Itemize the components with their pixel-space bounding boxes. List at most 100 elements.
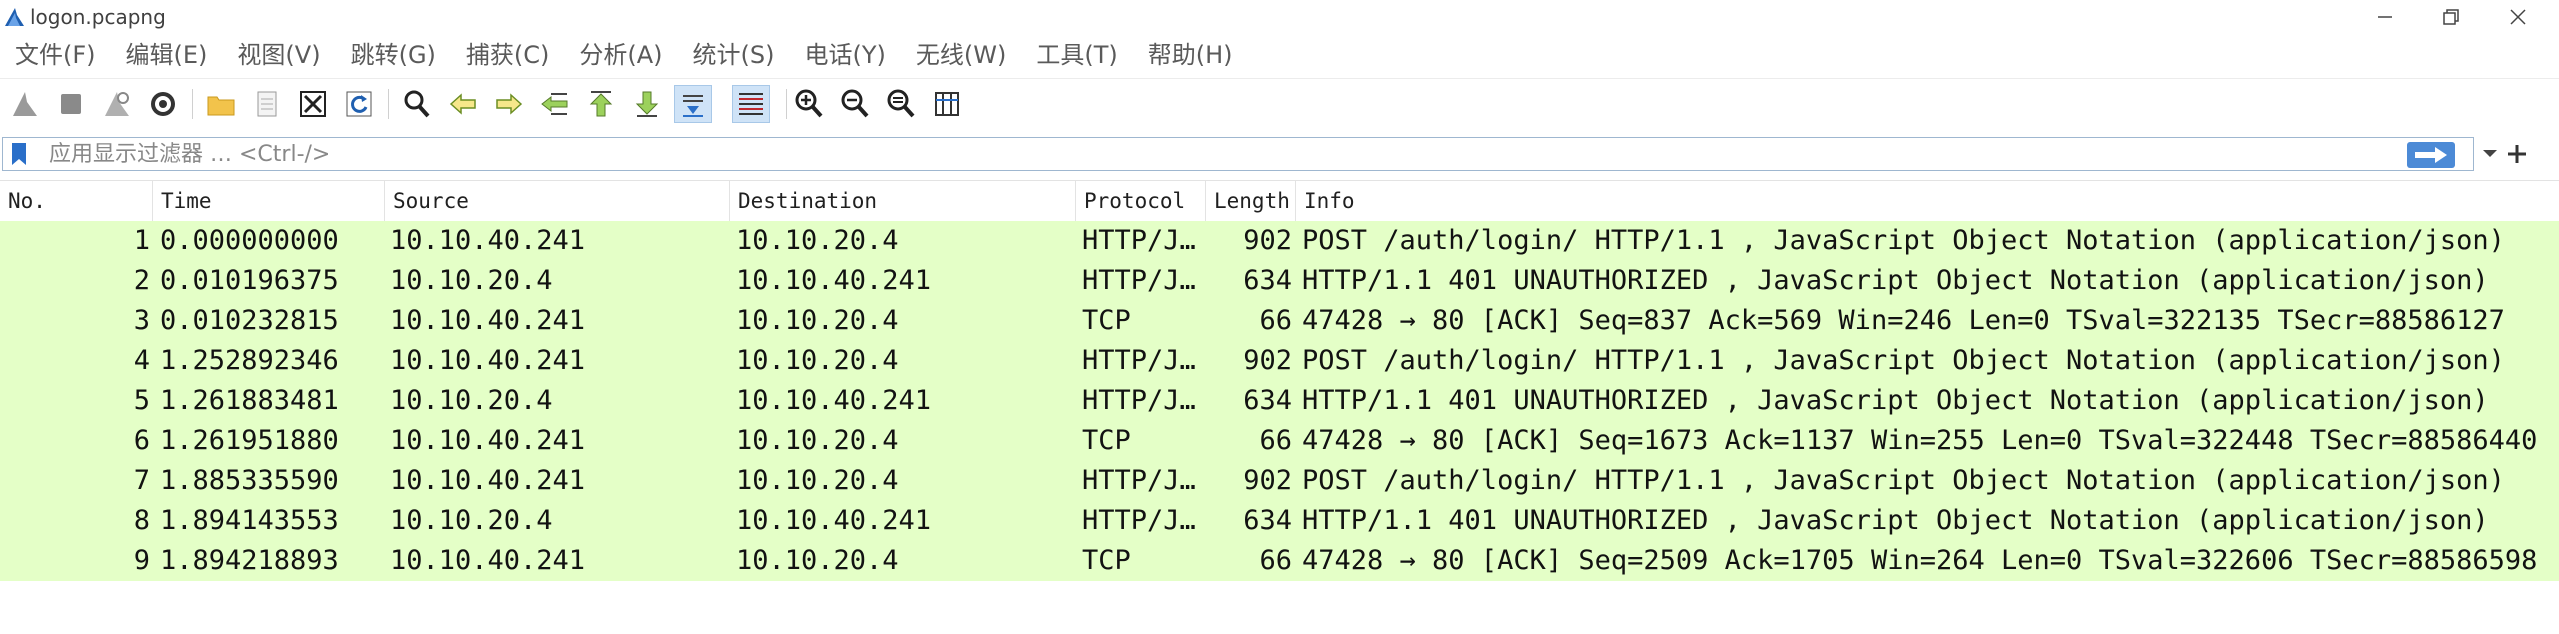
packet-protocol: HTTP/J… [1082,345,1196,376]
restore-icon[interactable] [2421,0,2481,34]
packet-destination: 10.10.20.4 [736,545,899,576]
menu-statistics[interactable]: 统计(S) [678,34,790,76]
column-header-protocol[interactable]: Protocol [1076,181,1206,221]
packet-destination: 10.10.20.4 [736,305,899,336]
packet-list: No. Time Source Destination Protocol Len… [0,180,2559,634]
packet-no: 1 [133,225,150,256]
menu-edit[interactable]: 编辑(E) [111,34,223,76]
packet-length: 66 [1259,305,1292,336]
packet-destination: 10.10.20.4 [736,465,899,496]
close-icon[interactable] [2488,0,2548,34]
packet-destination: 10.10.40.241 [736,265,932,296]
packet-time: 1.885335590 [160,465,339,496]
packet-row[interactable]: 9 1.894218893 10.10.40.241 10.10.20.4 TC… [0,541,2559,581]
column-header-time[interactable]: Time [153,181,385,221]
reload-icon[interactable] [340,85,378,123]
packet-length: 902 [1243,465,1292,496]
packet-destination: 10.10.20.4 [736,225,899,256]
menu-go[interactable]: 跳转(G) [336,34,451,76]
packet-protocol: HTTP/J… [1082,505,1196,536]
packet-destination: 10.10.20.4 [736,425,899,456]
start-capture-icon[interactable] [6,85,44,123]
last-packet-icon[interactable] [628,85,666,123]
packet-protocol: HTTP/J… [1082,265,1196,296]
packet-source: 10.10.40.241 [390,225,586,256]
menu-help[interactable]: 帮助(H) [1133,34,1248,76]
packet-no: 2 [133,265,150,296]
packet-info: POST /auth/login/ HTTP/1.1 , JavaScript … [1302,465,2505,496]
find-packet-icon[interactable] [398,85,436,123]
packet-no: 3 [133,305,150,336]
packet-no: 9 [133,545,150,576]
autoscroll-icon[interactable] [674,85,712,123]
go-back-icon[interactable] [444,85,482,123]
apply-filter-button[interactable] [2407,142,2455,168]
display-filter-box [2,137,2474,171]
menu-capture[interactable]: 捕获(C) [451,34,564,76]
packet-no: 7 [133,465,150,496]
packet-protocol: TCP [1082,425,1131,456]
packet-time: 1.894143553 [160,505,339,536]
packet-no: 6 [133,425,150,456]
packet-info: HTTP/1.1 401 UNAUTHORIZED , JavaScript O… [1302,505,2489,536]
packet-row[interactable]: 7 1.885335590 10.10.40.241 10.10.20.4 HT… [0,461,2559,501]
column-header-destination[interactable]: Destination [730,181,1076,221]
add-filter-button[interactable] [2500,137,2534,171]
colorize-icon[interactable] [732,85,770,123]
minimize-icon[interactable] [2355,0,2415,34]
menu-tools[interactable]: 工具(T) [1021,34,1132,76]
menu-wireless[interactable]: 无线(W) [901,34,1021,76]
packet-destination: 10.10.40.241 [736,505,932,536]
capture-options-icon[interactable] [144,85,182,123]
packet-rows: 1 0.000000000 10.10.40.241 10.10.20.4 HT… [0,221,2559,581]
packet-source: 10.10.40.241 [390,305,586,336]
open-file-icon[interactable] [202,85,240,123]
packet-length: 634 [1243,265,1292,296]
packet-source: 10.10.20.4 [390,385,553,416]
packet-protocol: HTTP/J… [1082,225,1196,256]
restart-capture-icon[interactable] [98,85,136,123]
main-toolbar [0,78,2559,129]
resize-columns-icon[interactable] [928,85,966,123]
normal-size-icon[interactable] [882,85,920,123]
filter-history-dropdown[interactable] [2478,142,2502,166]
zoom-in-icon[interactable] [790,85,828,123]
packet-row[interactable]: 6 1.261951880 10.10.40.241 10.10.20.4 TC… [0,421,2559,461]
save-file-icon[interactable] [248,85,286,123]
packet-info: HTTP/1.1 401 UNAUTHORIZED , JavaScript O… [1302,265,2489,296]
chevron-down-icon [2483,150,2497,157]
packet-row[interactable]: 3 0.010232815 10.10.40.241 10.10.20.4 TC… [0,301,2559,341]
packet-row[interactable]: 4 1.252892346 10.10.40.241 10.10.20.4 HT… [0,341,2559,381]
bookmark-icon[interactable] [9,142,29,166]
packet-row[interactable]: 5 1.261883481 10.10.20.4 10.10.40.241 HT… [0,381,2559,421]
menu-view[interactable]: 视图(V) [222,34,335,76]
packet-length: 66 [1259,425,1292,456]
toolbar-separator [786,89,787,119]
column-header-no[interactable]: No. [0,181,153,221]
menu-analyze[interactable]: 分析(A) [564,34,677,76]
menu-telephony[interactable]: 电话(Y) [790,34,901,76]
packet-info: POST /auth/login/ HTTP/1.1 , JavaScript … [1302,225,2505,256]
packet-row[interactable]: 2 0.010196375 10.10.20.4 10.10.40.241 HT… [0,261,2559,301]
go-forward-icon[interactable] [490,85,528,123]
packet-row[interactable]: 1 0.000000000 10.10.40.241 10.10.20.4 HT… [0,221,2559,261]
stop-capture-icon[interactable] [52,85,90,123]
packet-length: 66 [1259,545,1292,576]
display-filter-input[interactable] [49,140,2349,168]
column-header-length[interactable]: Length [1206,181,1296,221]
zoom-out-icon[interactable] [836,85,874,123]
menu-file[interactable]: 文件(F) [0,34,111,76]
packet-length: 634 [1243,505,1292,536]
packet-source: 10.10.40.241 [390,465,586,496]
packet-no: 5 [133,385,150,416]
packet-row[interactable]: 8 1.894143553 10.10.20.4 10.10.40.241 HT… [0,501,2559,541]
packet-time: 0.010196375 [160,265,339,296]
go-to-packet-icon[interactable] [536,85,574,123]
packet-length: 634 [1243,385,1292,416]
window-title: logon.pcapng [30,5,166,29]
packet-time: 1.894218893 [160,545,339,576]
close-file-icon[interactable] [294,85,332,123]
column-header-source[interactable]: Source [385,181,730,221]
column-header-info[interactable]: Info [1296,181,2559,221]
first-packet-icon[interactable] [582,85,620,123]
